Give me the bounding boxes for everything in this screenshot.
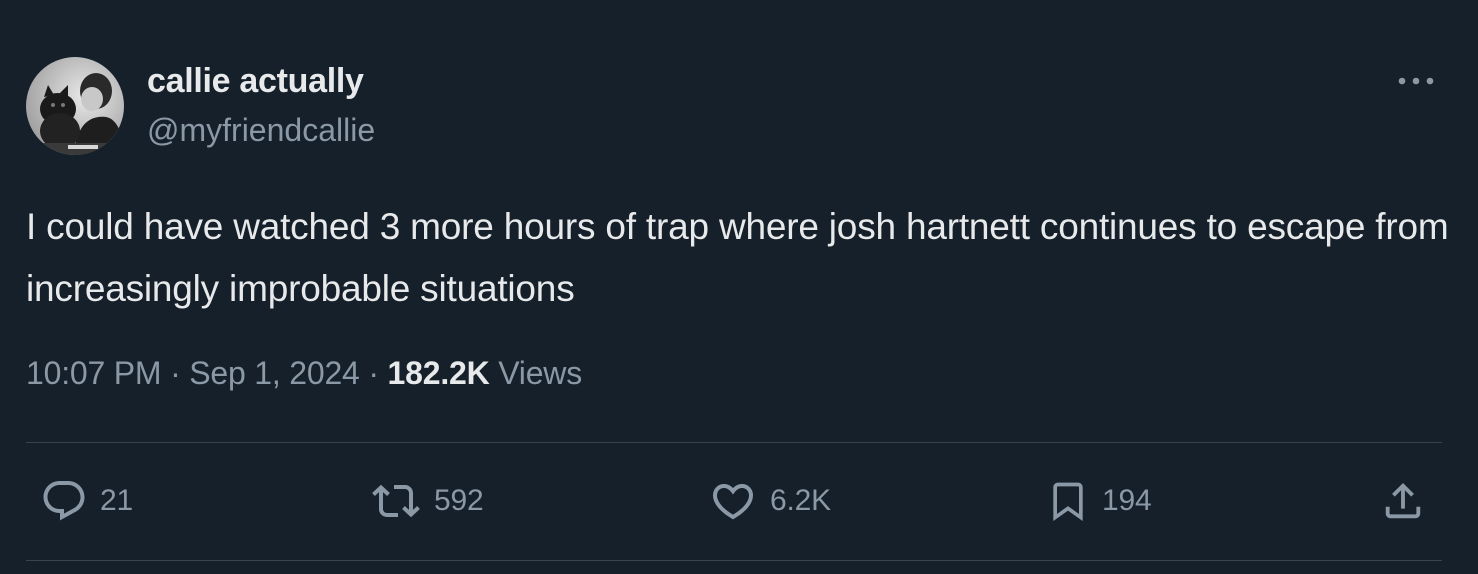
tweet-date[interactable]: Sep 1, 2024 — [189, 355, 360, 391]
more-options-button[interactable] — [1392, 62, 1440, 100]
like-count: 6.2K — [770, 484, 831, 517]
author-display-name[interactable]: callie actually — [147, 62, 364, 101]
divider-top — [26, 442, 1442, 443]
tweet-card: callie actually @myfriendcallie I could … — [0, 0, 1478, 574]
author-handle[interactable]: @myfriendcallie — [147, 112, 375, 149]
share-button[interactable] — [1380, 476, 1426, 526]
repost-arrows-icon — [372, 484, 420, 518]
repost-count: 592 — [434, 484, 484, 517]
meta-separator: · — [170, 355, 181, 391]
views-count: 182.2K — [387, 355, 490, 391]
reply-button[interactable]: 21 — [40, 476, 133, 526]
reply-bubble-icon — [43, 481, 85, 521]
like-button[interactable]: 6.2K — [708, 476, 831, 526]
avatar[interactable] — [26, 57, 124, 155]
bookmark-count: 194 — [1102, 484, 1152, 517]
heart-icon — [712, 484, 754, 520]
tweet-meta: 10:07 PM · Sep 1, 2024 · 182.2K Views — [26, 355, 582, 392]
tweet-time[interactable]: 10:07 PM — [26, 355, 162, 391]
bookmark-icon — [1053, 482, 1083, 522]
avatar-photo — [26, 57, 124, 155]
divider-bottom — [26, 560, 1442, 561]
bookmark-button[interactable]: 194 — [1046, 476, 1152, 526]
repost-button[interactable]: 592 — [370, 476, 484, 526]
meta-separator-2: · — [368, 355, 379, 391]
more-horizontal-icon — [1398, 77, 1434, 85]
share-upload-icon — [1385, 482, 1421, 519]
views-label: Views — [498, 355, 583, 391]
reply-count: 21 — [100, 484, 133, 517]
tweet-text: I could have watched 3 more hours of tra… — [26, 206, 1449, 309]
